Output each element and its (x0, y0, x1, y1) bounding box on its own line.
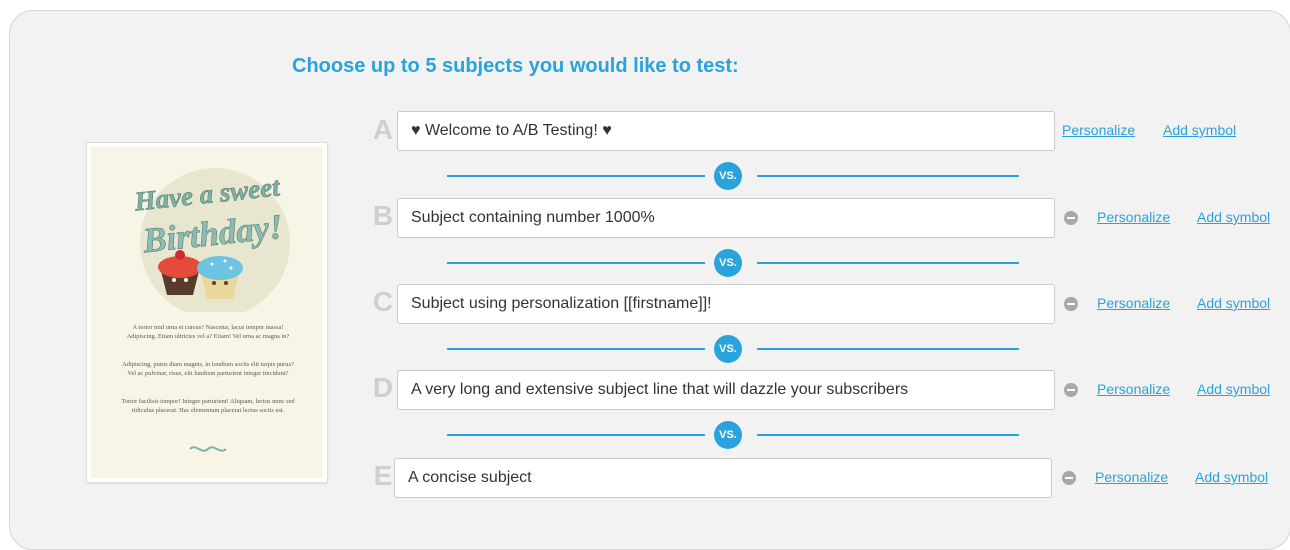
birthday-illustration: Have a sweet Birthday! (132, 168, 290, 312)
remove-icon[interactable] (1062, 471, 1076, 485)
subject-letter: A (372, 114, 394, 145)
vs-badge: VS. (714, 335, 742, 363)
personalize-link[interactable]: Personalize (1062, 122, 1135, 138)
preview-paragraph: A tortor mid urna et cursus? Nascetur, l… (126, 324, 290, 340)
ornament-icon (189, 446, 227, 452)
personalize-link[interactable]: Personalize (1095, 469, 1168, 485)
subject-input-d[interactable] (397, 370, 1055, 410)
add-symbol-link[interactable]: Add symbol (1163, 122, 1236, 138)
subject-input-a[interactable] (397, 111, 1055, 151)
subject-input-b[interactable] (397, 198, 1055, 238)
vs-line-right (757, 434, 1019, 436)
subject-input-e[interactable] (394, 458, 1052, 498)
ab-testing-panel: Choose up to 5 subjects you would like t… (9, 10, 1290, 550)
add-symbol-link[interactable]: Add symbol (1197, 381, 1270, 397)
preview-paragraph: Adipiscing, purus diam magnis, in lundiu… (122, 361, 294, 377)
vs-badge: VS. (714, 421, 742, 449)
add-symbol-link[interactable]: Add symbol (1197, 209, 1270, 225)
subject-letter: C (372, 286, 394, 317)
vs-line-right (757, 175, 1019, 177)
vs-line-left (447, 434, 705, 436)
subject-letter: D (372, 372, 394, 403)
subject-letter: B (372, 200, 394, 231)
add-symbol-link[interactable]: Add symbol (1197, 295, 1270, 311)
vs-line-right (757, 262, 1019, 264)
page-title: Choose up to 5 subjects you would like t… (292, 55, 739, 77)
add-symbol-link[interactable]: Add symbol (1195, 469, 1268, 485)
remove-icon[interactable] (1064, 383, 1078, 397)
vs-line-right (757, 348, 1019, 350)
personalize-link[interactable]: Personalize (1097, 209, 1170, 225)
vs-line-left (447, 175, 705, 177)
vs-line-left (447, 348, 705, 350)
personalize-link[interactable]: Personalize (1097, 381, 1170, 397)
vs-line-left (447, 262, 705, 264)
preview-paragraph: Tortor facilisis tempor! Integer parturi… (121, 398, 295, 414)
personalize-link[interactable]: Personalize (1097, 295, 1170, 311)
subject-input-c[interactable] (397, 284, 1055, 324)
remove-icon[interactable] (1064, 297, 1078, 311)
vs-badge: VS. (714, 162, 742, 190)
newsletter-preview: Have a sweet Birthday! A tortor mid urna… (86, 142, 328, 483)
remove-icon[interactable] (1064, 211, 1078, 225)
vs-badge: VS. (714, 249, 742, 277)
newsletter-preview-card: Have a sweet Birthday! A tortor mid urna… (91, 147, 323, 478)
